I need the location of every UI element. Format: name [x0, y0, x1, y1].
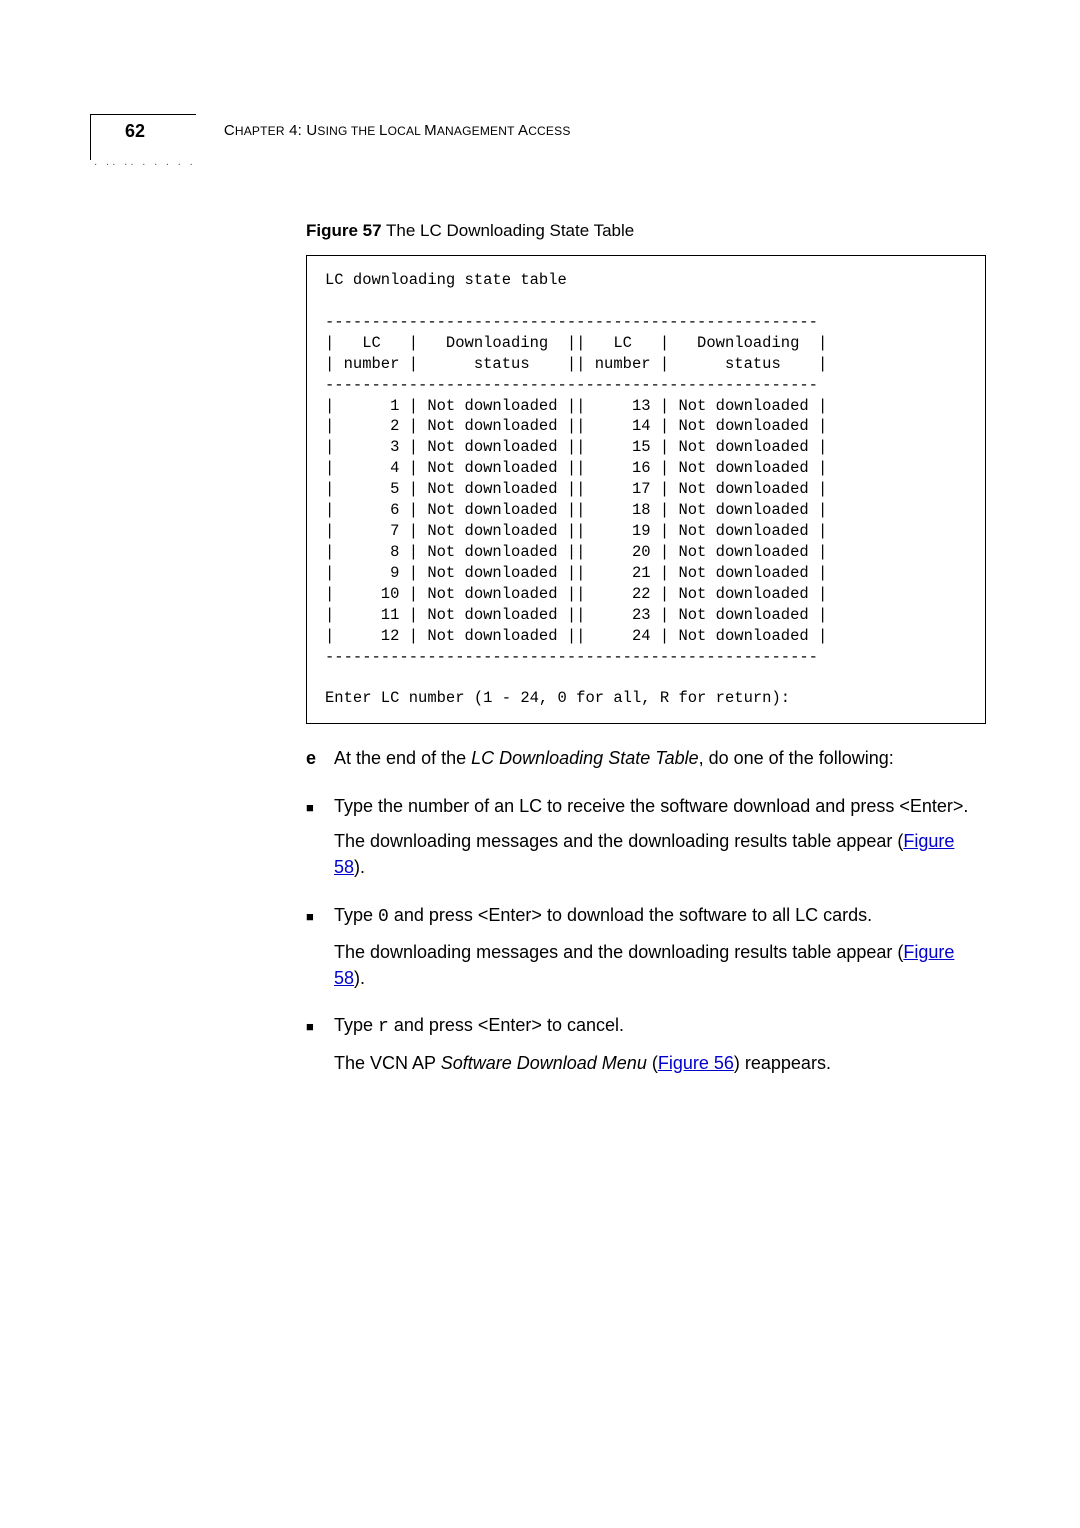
code-header-row: | LC | Downloading || LC | Downloading | — [325, 334, 827, 352]
bullet-icon: ■ — [306, 1013, 334, 1041]
table-row: | 2 | Not downloaded || 14 | Not downloa… — [325, 417, 827, 435]
bullet-icon: ■ — [306, 903, 334, 931]
code-title: LC downloading state table — [325, 271, 567, 289]
step-body: At the end of the LC Downloading State T… — [334, 746, 986, 772]
code-divider: ----------------------------------------… — [325, 313, 818, 331]
bullet-item: ■ Type the number of an LC to receive th… — [306, 794, 986, 820]
page-header: 62 · ·· ·· · · · · · CHAPTER 4: USING TH… — [90, 120, 970, 171]
sub-paragraph: The downloading messages and the downloa… — [334, 829, 986, 880]
table-row: | 11 | Not downloaded || 23 | Not downlo… — [325, 606, 827, 624]
table-row: | 10 | Not downloaded || 22 | Not downlo… — [325, 585, 827, 603]
table-row: | 8 | Not downloaded || 20 | Not downloa… — [325, 543, 827, 561]
bullet-icon: ■ — [306, 794, 334, 820]
code-block: LC downloading state table -------------… — [306, 255, 986, 724]
bullet-body: Type the number of an LC to receive the … — [334, 794, 986, 820]
figure-link[interactable]: Figure 56 — [658, 1053, 734, 1073]
code-divider: ----------------------------------------… — [325, 376, 818, 394]
table-row: | 6 | Not downloaded || 18 | Not downloa… — [325, 501, 827, 519]
chapter-title: CHAPTER 4: USING THE LOCAL MANAGEMENT AC… — [224, 120, 571, 139]
table-row: | 1 | Not downloaded || 13 | Not downloa… — [325, 397, 827, 415]
page-number: 62 — [90, 114, 196, 160]
code-header-row: | number | status || number | status | — [325, 355, 827, 373]
sub-paragraph: The downloading messages and the downloa… — [334, 940, 986, 991]
figure-caption: Figure 57 The LC Downloading State Table — [306, 221, 986, 241]
table-row: | 7 | Not downloaded || 19 | Not downloa… — [325, 522, 827, 540]
bullet-body: Type r and press <Enter> to cancel. — [334, 1013, 986, 1041]
bullet-item: ■ Type 0 and press <Enter> to download t… — [306, 903, 986, 931]
table-row: | 9 | Not downloaded || 21 | Not downloa… — [325, 564, 827, 582]
step-e: e At the end of the LC Downloading State… — [306, 746, 986, 772]
bullet-item: ■ Type r and press <Enter> to cancel. — [306, 1013, 986, 1041]
table-row: | 12 | Not downloaded || 24 | Not downlo… — [325, 627, 827, 645]
table-row: | 5 | Not downloaded || 17 | Not downloa… — [325, 480, 827, 498]
step-label: e — [306, 746, 334, 772]
code-divider: ----------------------------------------… — [325, 648, 818, 666]
table-row: | 3 | Not downloaded || 15 | Not downloa… — [325, 438, 827, 456]
sub-paragraph: The VCN AP Software Download Menu (Figur… — [334, 1051, 986, 1077]
code-prompt: Enter LC number (1 - 24, 0 for all, R fo… — [325, 689, 790, 707]
table-row: | 4 | Not downloaded || 16 | Not downloa… — [325, 459, 827, 477]
decorative-dots: · ·· ·· · · · · · — [94, 160, 196, 171]
bullet-body: Type 0 and press <Enter> to download the… — [334, 903, 986, 931]
